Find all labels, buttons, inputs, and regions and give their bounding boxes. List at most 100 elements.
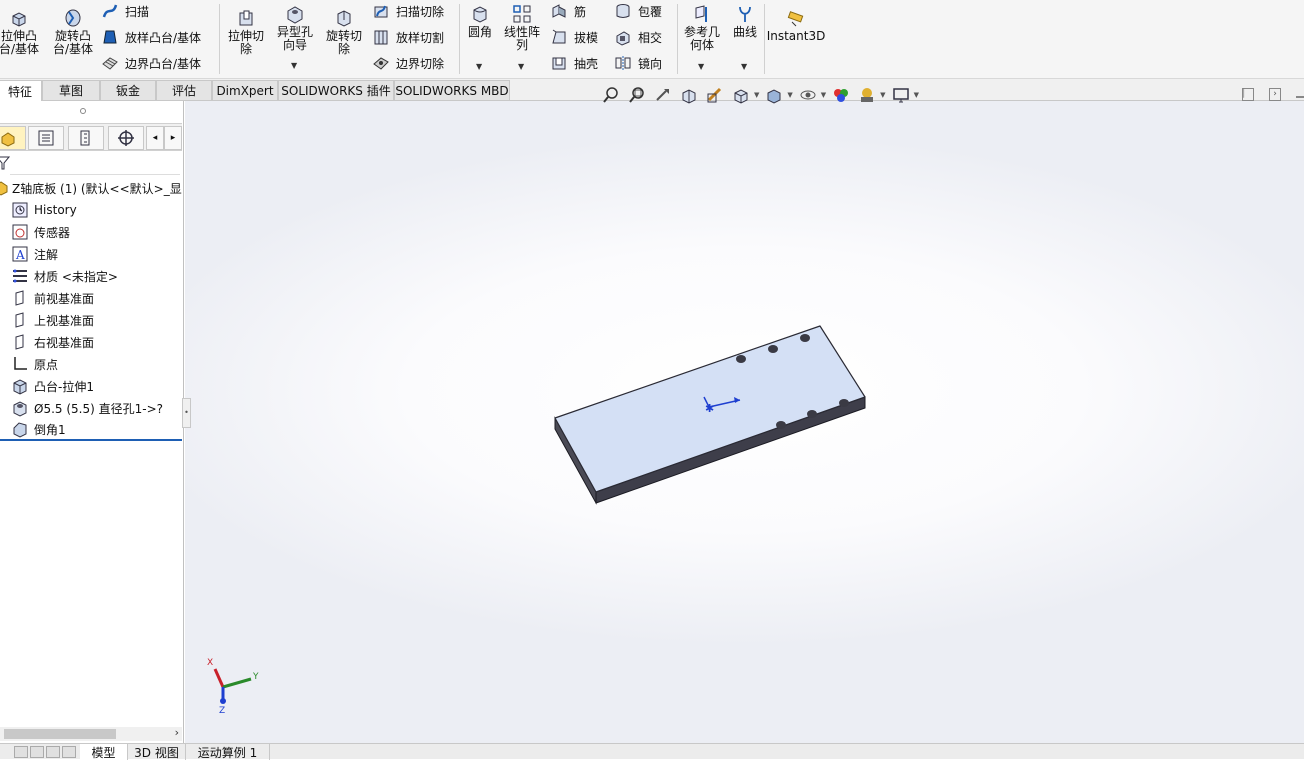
prev-tab-icon[interactable] [30, 746, 44, 758]
shell-button[interactable]: 抽壳 [549, 52, 598, 74]
intersect-button[interactable]: 相交 [613, 26, 662, 48]
revolve-boss-button[interactable]: 旋转凸台/基体 [48, 8, 98, 56]
loft-cut-button[interactable]: 放样切割 [371, 26, 444, 48]
tab-navigation-arrows[interactable] [14, 746, 78, 758]
tree-item-front-plane[interactable]: 前视基准面 [0, 287, 182, 309]
section-view-icon[interactable] [677, 85, 701, 105]
tree-item-material[interactable]: 材质 <未指定> [0, 265, 182, 287]
tab-motion-study[interactable]: 运动算例 1 [186, 744, 270, 760]
tree-item-hole[interactable]: Ø5.5 (5.5) 直径孔1->? [0, 397, 182, 419]
reference-geometry-button[interactable]: 参考几何体 ▼ [680, 4, 724, 71]
tab-solidworks-addins[interactable]: SOLIDWORKS 插件 [278, 80, 394, 100]
first-tab-icon[interactable] [14, 746, 28, 758]
tab-solidworks-mbd[interactable]: SOLIDWORKS MBD [394, 80, 510, 100]
property-manager-tab[interactable] [28, 126, 64, 150]
dynamic-annotation-icon[interactable] [703, 85, 727, 105]
part-model[interactable]: ✱ [185, 101, 1304, 743]
hide-show-dropdown-icon[interactable]: ▼ [821, 91, 826, 99]
display-style-dropdown-icon[interactable]: ▼ [787, 91, 792, 99]
tree-item-boss-extrude[interactable]: 凸台-拉伸1 [0, 375, 182, 397]
instant3d-button[interactable]: Instant3D [767, 8, 825, 43]
configuration-manager-tab[interactable] [68, 126, 104, 150]
view-settings-icon[interactable] [889, 85, 913, 105]
feature-tree: Z轴底板 (1) (默认<<默认>_显 History 传感器 A 注解 材质 … [0, 177, 182, 441]
command-manager-ribbon: 拉伸凸台/基体 旋转凸台/基体 扫描 放样凸台/基体 边界凸台/基体 拉伸切除 … [0, 0, 1304, 79]
apply-scene-icon[interactable] [855, 85, 879, 105]
tree-item-origin[interactable]: 原点 [0, 353, 182, 375]
boundary-cut-button[interactable]: 边界切除 [371, 52, 444, 74]
part-icon [0, 179, 8, 197]
tree-item-part[interactable]: Z轴底板 (1) (默认<<默认>_显 [0, 177, 182, 199]
hole-mark [839, 399, 849, 407]
tree-item-history[interactable]: History [0, 199, 182, 221]
sweep-cut-button[interactable]: 扫描切除 [371, 0, 444, 22]
scroll-right-icon[interactable]: › [175, 726, 179, 739]
draft-button[interactable]: 拔模 [549, 26, 598, 48]
edit-appearance-icon[interactable] [829, 85, 853, 105]
view-settings-dropdown-icon[interactable]: ▼ [914, 91, 919, 99]
fillet-dropdown-icon[interactable]: ▼ [476, 60, 482, 73]
hole-wizard-dropdown-icon[interactable]: ▼ [291, 59, 297, 72]
view-orientation-dropdown-icon[interactable]: ▼ [754, 91, 759, 99]
apply-scene-dropdown-icon[interactable]: ▼ [880, 91, 885, 99]
wrap-button[interactable]: 包覆 [613, 0, 662, 22]
graphics-area[interactable]: ✱ X Y Z [185, 101, 1304, 743]
tree-item-chamfer[interactable]: 倒角1 [0, 419, 182, 441]
scroll-tabs-left-icon[interactable]: ◂ [146, 126, 164, 150]
tab-sheet-metal[interactable]: 钣金 [100, 80, 156, 100]
previous-view-icon[interactable] [651, 85, 675, 105]
tab-model[interactable]: 模型 [80, 744, 128, 760]
intersect-icon [613, 28, 633, 46]
filter-icon[interactable] [0, 155, 11, 171]
rib-icon [549, 2, 569, 20]
restore-pane-icon[interactable]: ⎸ [1242, 88, 1254, 101]
filter-field[interactable] [10, 153, 180, 175]
display-style-icon[interactable] [762, 85, 786, 105]
instant3d-icon [785, 8, 807, 28]
linear-pattern-dropdown-icon[interactable]: ▼ [518, 60, 524, 73]
boundary-boss-icon [100, 54, 120, 72]
tree-item-annotations[interactable]: A 注解 [0, 243, 182, 265]
hole-wizard-button[interactable]: 异型孔向导 ▼ [272, 4, 318, 70]
revolve-cut-button[interactable]: 旋转切除 [322, 8, 366, 56]
tree-item-sensors[interactable]: 传感器 [0, 221, 182, 243]
tab-features[interactable]: 特征 [0, 80, 42, 101]
extrude-cut-button[interactable]: 拉伸切除 [224, 8, 268, 56]
zoom-to-area-icon[interactable] [625, 85, 649, 105]
last-tab-icon[interactable] [62, 746, 76, 758]
expand-pane-icon[interactable]: › [1269, 88, 1281, 101]
curves-dropdown-icon[interactable]: ▼ [741, 60, 747, 73]
tab-evaluate[interactable]: 评估 [156, 80, 212, 100]
scrollbar-thumb[interactable] [4, 729, 116, 739]
mirror-button[interactable]: 镜向 [613, 52, 662, 74]
svg-text:✱: ✱ [705, 402, 714, 415]
hide-show-items-icon[interactable] [796, 85, 820, 105]
pane-divider[interactable] [1296, 96, 1304, 98]
scroll-tabs-right-icon[interactable]: ▸ [164, 126, 182, 150]
sweep-button[interactable]: 扫描 [100, 0, 149, 22]
fillet-button[interactable]: 圆角 ▼ [463, 4, 497, 71]
view-orientation-icon[interactable] [729, 85, 753, 105]
linear-pattern-button[interactable]: 线性阵列 ▼ [500, 4, 544, 71]
tab-sketch[interactable]: 草图 [42, 80, 100, 100]
curves-button[interactable]: 曲线 ▼ [728, 4, 762, 71]
panel-horizontal-scrollbar[interactable]: › [0, 726, 182, 741]
tab-3d-view[interactable]: 3D 视图 [128, 744, 186, 760]
rib-button[interactable]: 筋 [549, 0, 586, 22]
hole-mark [736, 355, 746, 363]
dimxpert-manager-tab[interactable] [108, 126, 144, 150]
next-tab-icon[interactable] [46, 746, 60, 758]
zoom-to-fit-icon[interactable] [599, 85, 623, 105]
panel-grip-icon[interactable] [80, 108, 86, 114]
feature-manager-tab[interactable] [0, 126, 26, 150]
loft-boss-button[interactable]: 放样凸台/基体 [100, 26, 201, 48]
boundary-boss-button[interactable]: 边界凸台/基体 [100, 52, 201, 74]
reference-geometry-icon [691, 4, 713, 24]
tab-dimxpert[interactable]: DimXpert [212, 80, 278, 100]
sensor-icon [10, 223, 30, 241]
reference-geometry-dropdown-icon[interactable]: ▼ [698, 60, 704, 73]
extrude-boss-button[interactable]: 拉伸凸台/基体 [0, 8, 44, 56]
panel-collapse-handle[interactable]: • [182, 398, 191, 428]
tree-item-top-plane[interactable]: 上视基准面 [0, 309, 182, 331]
tree-item-right-plane[interactable]: 右视基准面 [0, 331, 182, 353]
